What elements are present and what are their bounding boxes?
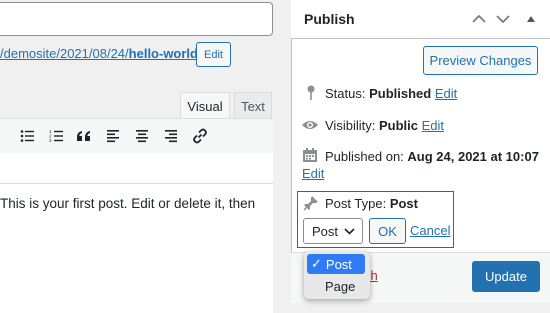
edit-published-date-link[interactable]: Edit xyxy=(302,166,324,181)
collapse-toggle-icon[interactable] xyxy=(521,9,541,29)
post-title-input[interactable] xyxy=(0,2,273,36)
svg-text:3: 3 xyxy=(49,138,52,143)
checkmark-icon: ✓ xyxy=(311,256,322,271)
published-on-row: Published on: Aug 24, 2021 at 10:07 xyxy=(325,149,539,164)
link-icon[interactable] xyxy=(189,126,211,146)
post-type-cancel-link[interactable]: Cancel xyxy=(410,223,450,238)
pushpin-icon xyxy=(302,194,320,212)
edit-visibility-link[interactable]: Edit xyxy=(422,118,444,133)
align-right-icon[interactable] xyxy=(160,126,182,146)
permalink-link[interactable]: /demosite/2021/08/24/hello-world/ xyxy=(0,46,202,61)
blockquote-icon[interactable] xyxy=(73,126,95,146)
post-type-select[interactable]: Post xyxy=(303,218,363,244)
chevron-down-icon xyxy=(344,227,355,235)
post-content-text: This is your first post. Edit or delete … xyxy=(0,196,256,211)
numbered-list-icon[interactable]: 123 xyxy=(45,126,67,146)
visibility-row: Visibility: Public Edit xyxy=(325,118,445,133)
editor-content-area[interactable] xyxy=(0,153,273,183)
align-left-icon[interactable] xyxy=(102,126,124,146)
tab-text[interactable]: Text xyxy=(234,92,272,119)
edit-permalink-button[interactable]: Edit xyxy=(196,42,231,67)
post-type-row: Post Type: Post xyxy=(325,196,418,211)
post-type-ok-button[interactable]: OK xyxy=(369,218,406,244)
status-row: Status: Published Edit xyxy=(325,86,458,101)
move-down-icon[interactable] xyxy=(493,9,513,29)
edit-status-link[interactable]: Edit xyxy=(435,86,457,101)
dropdown-option-page[interactable]: Page xyxy=(307,276,365,296)
update-button[interactable]: Update xyxy=(472,261,540,292)
bulleted-list-icon[interactable] xyxy=(16,126,38,146)
tab-visual[interactable]: Visual xyxy=(180,92,230,119)
visibility-eye-icon xyxy=(301,116,319,134)
pin-icon xyxy=(302,84,320,102)
move-up-icon[interactable] xyxy=(469,9,489,29)
align-center-icon[interactable] xyxy=(131,126,153,146)
publish-panel-title: Publish xyxy=(304,11,355,27)
calendar-icon xyxy=(301,146,319,164)
preview-changes-button[interactable]: Preview Changes xyxy=(423,46,538,75)
dropdown-option-post[interactable]: ✓ Post xyxy=(307,254,365,274)
